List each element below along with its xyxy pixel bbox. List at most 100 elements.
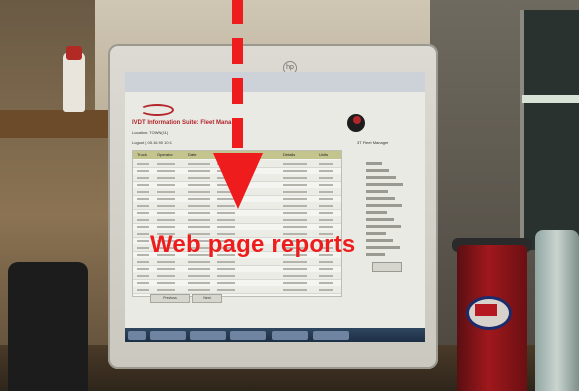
table-cell [137,275,149,277]
filter-button[interactable] [372,262,402,272]
table-cell [283,177,307,179]
taskbar-item[interactable] [230,331,266,340]
table-cell [319,177,333,179]
table-cell [157,212,175,214]
next-button[interactable]: Next [192,294,222,303]
table-cell [137,177,149,179]
window-light [522,95,579,103]
table-cell [319,282,333,284]
table-cell [188,219,210,221]
filter-option[interactable] [366,197,395,200]
table-cell [319,212,333,214]
table-cell [188,191,210,193]
table-cell [157,177,175,179]
annotation-label: Web page reports [150,231,356,258]
filter-option[interactable] [366,218,394,221]
table-cell [188,205,210,207]
arrow-down-icon [213,153,263,209]
table-cell [319,275,333,277]
user-avatar [347,114,365,132]
logout-link[interactable]: Logout | 05.16.90 10:1 [132,140,172,145]
table-cell [137,240,149,242]
table-cell [157,163,175,165]
table-cell [188,275,210,277]
shelf [0,110,110,138]
table-cell [283,275,307,277]
header-date[interactable]: Date [188,151,196,159]
arrow-dash [232,38,243,64]
user-name: 3T Fleet Manager [357,140,389,145]
table-cell [157,184,175,186]
filter-option[interactable] [366,162,382,165]
filter-panel [366,162,411,272]
filter-option[interactable] [366,253,385,256]
table-cell [137,219,149,221]
table-cell [137,254,149,256]
table-cell [188,261,210,263]
table-cell [319,261,333,263]
table-cell [137,268,149,270]
white-bottle [63,52,85,112]
table-cell [137,289,149,291]
previous-button[interactable]: Previous [150,294,190,303]
table-cell [217,261,235,263]
taskbar-item[interactable] [150,331,186,340]
taskbar-item[interactable] [313,331,349,340]
table-cell [188,177,210,179]
filter-option[interactable] [366,176,396,179]
header-truck[interactable]: Truck [137,151,147,159]
filter-option[interactable] [366,246,400,249]
window [520,10,579,250]
site-logo-icon [140,98,174,118]
table-cell [137,282,149,284]
table-cell [188,289,210,291]
table-cell [137,205,149,207]
table-cell [319,205,333,207]
header-operator[interactable]: Operator [157,151,173,159]
table-cell [157,226,175,228]
table-cell [137,163,149,165]
table-cell [283,191,307,193]
table-cell [157,275,175,277]
water-bottle [535,230,579,391]
taskbar-item[interactable] [272,331,308,340]
table-cell [217,275,235,277]
table-cell [157,198,175,200]
header-details[interactable]: Details [283,151,295,159]
table-cell [188,184,210,186]
table-cell [188,212,210,214]
table-cell [283,163,307,165]
table-cell [137,198,149,200]
taskbar-item[interactable] [190,331,226,340]
filter-option[interactable] [366,169,389,172]
table-cell [283,219,307,221]
filter-option[interactable] [366,239,393,242]
table-cell [217,212,235,214]
table-cell [217,282,235,284]
team-logo-center [475,304,497,316]
table-cell [157,282,175,284]
site-title: IVDT Information Suite: Fleet Mana [132,120,232,126]
table-cell [283,282,307,284]
table-cell [137,212,149,214]
filter-option[interactable] [366,204,402,207]
arrow-dash [232,0,243,24]
table-cell [319,163,333,165]
table-cell [319,184,333,186]
table-cell [217,268,235,270]
table-cell [157,219,175,221]
filter-option[interactable] [366,190,388,193]
table-cell [188,268,210,270]
table-cell [217,289,235,291]
table-cell [319,226,333,228]
filter-option[interactable] [366,211,387,214]
header-units[interactable]: Units [319,151,328,159]
filter-option[interactable] [366,225,401,228]
table-row[interactable] [133,286,341,294]
filter-option[interactable] [366,183,403,186]
table-cell [157,289,175,291]
filter-option[interactable] [366,232,386,235]
table-cell [137,170,149,172]
speaker [8,262,88,391]
taskbar-item[interactable] [128,331,146,340]
